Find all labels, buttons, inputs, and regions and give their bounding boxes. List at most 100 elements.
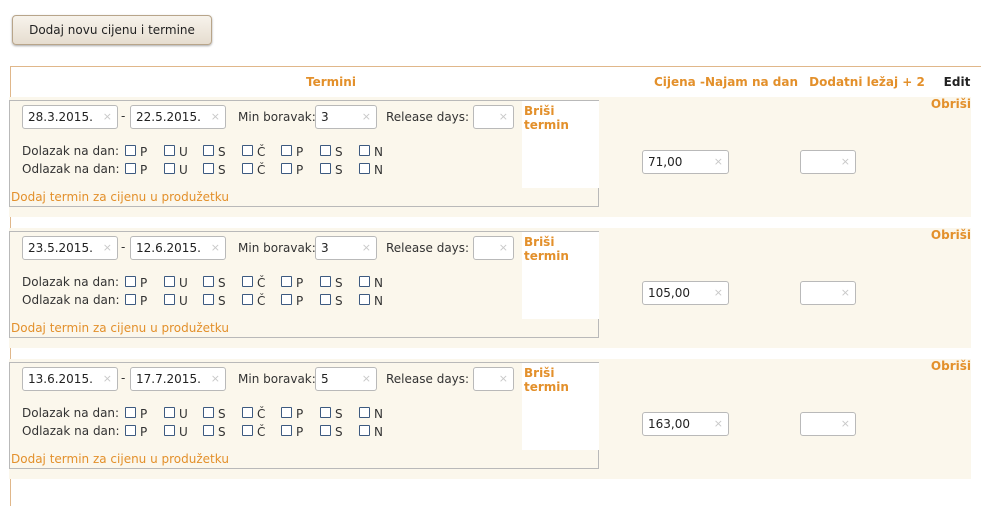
date-separator: - xyxy=(121,109,126,123)
day-checkbox[interactable] xyxy=(125,407,136,418)
day-checkbox[interactable] xyxy=(203,145,214,156)
date-separator: - xyxy=(121,371,126,385)
day-checkbox[interactable] xyxy=(320,407,331,418)
min-boravak-input[interactable]: 3 × xyxy=(315,105,377,129)
min-boravak-input[interactable]: 3 × xyxy=(315,236,377,260)
day-checkbox[interactable] xyxy=(320,425,331,436)
day-checkbox[interactable] xyxy=(242,407,253,418)
clear-icon[interactable]: × xyxy=(103,368,112,390)
clear-icon[interactable]: × xyxy=(841,282,850,304)
day-checkbox[interactable] xyxy=(242,425,253,436)
day-checkbox[interactable] xyxy=(203,294,214,305)
day-label: S xyxy=(335,276,343,290)
price-input[interactable]: 163,00 × xyxy=(642,412,729,436)
day-checkbox[interactable] xyxy=(359,407,370,418)
day-label: S xyxy=(218,276,226,290)
clear-icon[interactable]: × xyxy=(362,368,371,390)
price-input[interactable]: 71,00 × xyxy=(642,150,729,174)
release-days-input[interactable]: × xyxy=(473,236,514,260)
delete-term-link[interactable]: Briši termin xyxy=(524,235,599,263)
day-checkbox[interactable] xyxy=(242,163,253,174)
clear-icon[interactable]: × xyxy=(714,413,723,435)
day-checkbox[interactable] xyxy=(281,407,292,418)
clear-icon[interactable]: × xyxy=(714,282,723,304)
clear-icon[interactable]: × xyxy=(499,237,508,259)
clear-icon[interactable]: × xyxy=(714,151,723,173)
day-label: P xyxy=(296,163,304,177)
day-checkbox[interactable] xyxy=(203,276,214,287)
delete-term-area: Briši termin xyxy=(522,232,599,319)
price-input[interactable]: 105,00 × xyxy=(642,281,729,305)
day-checkbox[interactable] xyxy=(359,145,370,156)
day-checkbox[interactable] xyxy=(125,294,136,305)
add-term-link[interactable]: Dodaj termin za cijenu u produžetku xyxy=(11,452,229,466)
day-checkbox[interactable] xyxy=(320,145,331,156)
day-checkbox[interactable] xyxy=(281,276,292,287)
extra-bed-input[interactable]: × xyxy=(800,281,856,305)
day-label: P xyxy=(140,163,148,177)
min-boravak-label: Min boravak: xyxy=(238,110,316,124)
clear-icon[interactable]: × xyxy=(211,237,220,259)
day-checkbox[interactable] xyxy=(164,294,175,305)
clear-icon[interactable]: × xyxy=(499,106,508,128)
day-checkbox[interactable] xyxy=(203,163,214,174)
day-checkbox[interactable] xyxy=(125,276,136,287)
day-checkbox[interactable] xyxy=(320,163,331,174)
delete-row-link[interactable]: Obriši xyxy=(931,228,971,242)
day-checkbox[interactable] xyxy=(320,294,331,305)
clear-icon[interactable]: × xyxy=(211,368,220,390)
clear-icon[interactable]: × xyxy=(103,106,112,128)
delete-term-link[interactable]: Briši termin xyxy=(524,104,599,132)
day-checkbox[interactable] xyxy=(281,145,292,156)
extra-bed-input[interactable]: × xyxy=(800,150,856,174)
add-price-and-terms-button[interactable]: Dodaj novu cijenu i termine xyxy=(12,15,212,45)
day-label: U xyxy=(179,163,188,177)
day-checkbox[interactable] xyxy=(164,407,175,418)
day-checkbox[interactable] xyxy=(320,276,331,287)
clear-icon[interactable]: × xyxy=(362,106,371,128)
delete-term-link[interactable]: Briši termin xyxy=(524,366,599,394)
day-checkbox[interactable] xyxy=(164,145,175,156)
day-checkbox[interactable] xyxy=(242,276,253,287)
day-label: S xyxy=(335,294,343,308)
day-checkbox[interactable] xyxy=(125,145,136,156)
delete-row-link[interactable]: Obriši xyxy=(931,359,971,373)
clear-icon[interactable]: × xyxy=(103,237,112,259)
day-checkbox[interactable] xyxy=(125,163,136,174)
date-to-input[interactable]: 12.6.2015. × xyxy=(130,236,226,260)
release-days-input[interactable]: × xyxy=(473,367,514,391)
extra-bed-input[interactable]: × xyxy=(800,412,856,436)
day-checkbox[interactable] xyxy=(359,425,370,436)
day-checkbox[interactable] xyxy=(242,145,253,156)
clear-icon[interactable]: × xyxy=(211,106,220,128)
clear-icon[interactable]: × xyxy=(841,151,850,173)
day-checkbox[interactable] xyxy=(359,276,370,287)
date-from-input[interactable]: 28.3.2015. × xyxy=(22,105,118,129)
day-checkbox[interactable] xyxy=(359,294,370,305)
add-term-link[interactable]: Dodaj termin za cijenu u produžetku xyxy=(11,321,229,335)
date-to-input[interactable]: 22.5.2015. × xyxy=(130,105,226,129)
date-from-input[interactable]: 23.5.2015. × xyxy=(22,236,118,260)
day-checkbox[interactable] xyxy=(164,425,175,436)
day-checkbox[interactable] xyxy=(281,425,292,436)
day-label: P xyxy=(140,276,148,290)
clear-icon[interactable]: × xyxy=(499,368,508,390)
delete-row-link[interactable]: Obriši xyxy=(931,97,971,111)
day-checkbox[interactable] xyxy=(164,276,175,287)
day-label: Č xyxy=(257,145,266,159)
day-checkbox[interactable] xyxy=(281,294,292,305)
min-boravak-input[interactable]: 5 × xyxy=(315,367,377,391)
day-checkbox[interactable] xyxy=(281,163,292,174)
date-from-input[interactable]: 13.6.2015. × xyxy=(22,367,118,391)
day-checkbox[interactable] xyxy=(359,163,370,174)
release-days-input[interactable]: × xyxy=(473,105,514,129)
clear-icon[interactable]: × xyxy=(362,237,371,259)
day-checkbox[interactable] xyxy=(203,407,214,418)
day-checkbox[interactable] xyxy=(242,294,253,305)
day-checkbox[interactable] xyxy=(164,163,175,174)
date-to-input[interactable]: 17.7.2015. × xyxy=(130,367,226,391)
day-checkbox[interactable] xyxy=(125,425,136,436)
day-checkbox[interactable] xyxy=(203,425,214,436)
add-term-link[interactable]: Dodaj termin za cijenu u produžetku xyxy=(11,190,229,204)
clear-icon[interactable]: × xyxy=(841,413,850,435)
